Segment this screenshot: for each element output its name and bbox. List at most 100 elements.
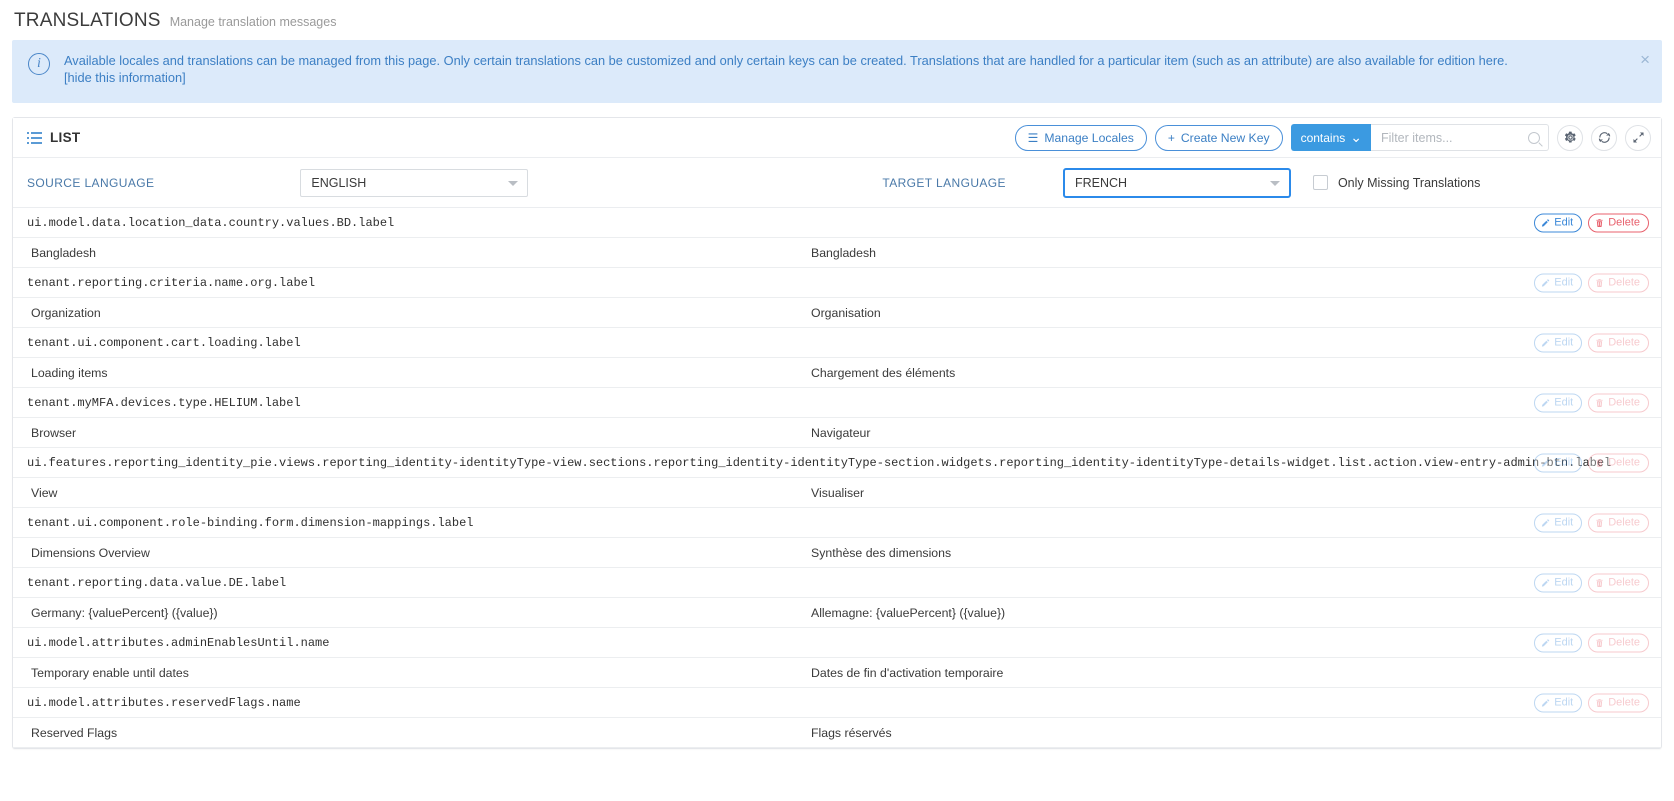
trash-icon xyxy=(1595,278,1604,287)
target-language-value: FRENCH xyxy=(1075,176,1127,190)
panel-title: LIST xyxy=(50,130,80,145)
source-value: Browser xyxy=(27,426,807,440)
search-input[interactable] xyxy=(1371,125,1548,150)
target-language-select[interactable]: FRENCH xyxy=(1063,168,1291,198)
delete-label: Delete xyxy=(1608,337,1640,349)
table-row-key: tenant.reporting.data.value.DE.labelEdit… xyxy=(13,568,1661,598)
edit-button: Edit xyxy=(1534,633,1582,652)
chevron-down-icon xyxy=(1270,181,1280,186)
source-value: Temporary enable until dates xyxy=(27,666,807,680)
target-value: Bangladesh xyxy=(807,246,1647,260)
page-title: TRANSLATIONS xyxy=(14,10,161,32)
edit-label: Edit xyxy=(1554,697,1573,709)
row-actions: EditDelete xyxy=(1534,573,1649,592)
delete-button: Delete xyxy=(1588,633,1649,652)
edit-label: Edit xyxy=(1554,277,1573,289)
table-row-key: ui.features.reporting_identity_pie.views… xyxy=(13,448,1661,478)
edit-button: Edit xyxy=(1534,693,1582,712)
edit-button: Edit xyxy=(1534,453,1582,472)
pencil-icon xyxy=(1541,338,1550,347)
hamburger-icon: ☰ xyxy=(1028,132,1039,144)
table-row-values: ViewVisualiser xyxy=(13,478,1661,508)
edit-label: Edit xyxy=(1554,637,1573,649)
translation-key: tenant.ui.component.role-binding.form.di… xyxy=(27,516,473,530)
expand-button[interactable] xyxy=(1625,125,1651,151)
edit-button: Edit xyxy=(1534,273,1582,292)
trash-icon xyxy=(1595,638,1604,647)
gear-icon xyxy=(1564,131,1577,144)
row-actions: Edit Delete xyxy=(1534,513,1649,532)
delete-label: Delete xyxy=(1608,517,1640,529)
panel-title-wrap: LIST xyxy=(27,130,80,145)
delete-label: Delete xyxy=(1608,577,1640,589)
target-value: Synthèse des dimensions xyxy=(807,546,1647,560)
source-value: Bangladesh xyxy=(27,246,807,260)
delete-label: Delete xyxy=(1608,397,1640,409)
pencil-icon xyxy=(1541,518,1550,527)
target-value: Organisation xyxy=(807,306,1647,320)
delete-button: Delete xyxy=(1588,693,1649,712)
trash-icon xyxy=(1595,518,1604,527)
panel-toolbar: LIST ☰ Manage Locales + Create New Key c… xyxy=(13,118,1661,158)
translations-table: ui.model.data.location_data.country.valu… xyxy=(13,208,1661,748)
edit-label: Edit xyxy=(1554,517,1573,529)
pencil-icon xyxy=(1541,458,1550,467)
translations-page: TRANSLATIONS Manage translation messages… xyxy=(0,0,1674,801)
delete-button[interactable]: Delete xyxy=(1588,213,1649,232)
plus-icon: + xyxy=(1168,132,1175,144)
only-missing-translations-checkbox[interactable] xyxy=(1313,175,1328,190)
delete-button: Delete xyxy=(1588,273,1649,292)
edit-label: Edit xyxy=(1554,337,1573,349)
chevron-down-icon: ⌄ xyxy=(1350,133,1362,141)
list-icon xyxy=(27,132,42,144)
table-row-key: ui.model.attributes.adminEnablesUntil.na… xyxy=(13,628,1661,658)
table-row-values: Dimensions OverviewSynthèse des dimensio… xyxy=(13,538,1661,568)
create-new-key-button[interactable]: + Create New Key xyxy=(1155,125,1283,151)
trash-icon xyxy=(1595,458,1604,467)
settings-button[interactable] xyxy=(1557,125,1583,151)
search-group: contains ⌄ xyxy=(1291,124,1549,151)
row-actions: Edit Delete xyxy=(1534,633,1649,652)
row-actions: Edit Delete xyxy=(1534,693,1649,712)
target-value: Flags réservés xyxy=(807,726,1647,740)
target-language-label: TARGET LANGUAGE xyxy=(882,176,1006,190)
pencil-icon xyxy=(1541,398,1550,407)
delete-button: Delete xyxy=(1588,333,1649,352)
refresh-button[interactable] xyxy=(1591,125,1617,151)
pencil-icon xyxy=(1541,698,1550,707)
table-row-values: Reserved FlagsFlags réservés xyxy=(13,718,1661,748)
translation-key: tenant.myMFA.devices.type.HELIUM.label xyxy=(27,396,301,410)
match-mode-label: contains xyxy=(1301,131,1346,145)
translation-key: ui.features.reporting_identity_pie.views… xyxy=(27,456,1611,470)
close-icon[interactable]: × xyxy=(1640,51,1650,68)
trash-icon xyxy=(1595,218,1604,227)
info-banner: i Available locales and translations can… xyxy=(12,40,1662,103)
language-filter-row: SOURCE LANGUAGE ENGLISH TARGET LANGUAGE … xyxy=(13,158,1661,208)
target-value: Visualiser xyxy=(807,486,1647,500)
source-language-select[interactable]: ENGLISH xyxy=(300,169,528,197)
pencil-icon xyxy=(1541,278,1550,287)
table-row-values: Loading itemsChargement des éléments xyxy=(13,358,1661,388)
translation-key: tenant.reporting.criteria.name.org.label xyxy=(27,276,315,290)
table-row-key: ui.model.data.location_data.country.valu… xyxy=(13,208,1661,238)
source-language-label: SOURCE LANGUAGE xyxy=(27,176,154,190)
refresh-icon xyxy=(1598,131,1611,144)
delete-label: Delete xyxy=(1608,217,1640,229)
manage-locales-button[interactable]: ☰ Manage Locales xyxy=(1015,125,1147,151)
search-input-wrap xyxy=(1371,124,1549,151)
table-row-key: tenant.myMFA.devices.type.HELIUM.labelEd… xyxy=(13,388,1661,418)
match-mode-dropdown[interactable]: contains ⌄ xyxy=(1291,124,1371,151)
source-value: View xyxy=(27,486,807,500)
pencil-icon xyxy=(1541,578,1550,587)
only-missing-translations-label: Only Missing Translations xyxy=(1338,176,1480,190)
trash-icon xyxy=(1595,698,1604,707)
table-row-key: tenant.ui.component.cart.loading.labelEd… xyxy=(13,328,1661,358)
edit-button[interactable]: Edit xyxy=(1534,213,1582,232)
delete-label: Delete xyxy=(1608,277,1640,289)
create-new-key-label: Create New Key xyxy=(1181,131,1270,145)
edit-label: Edit xyxy=(1554,457,1573,469)
delete-label: Delete xyxy=(1608,457,1640,469)
delete-button: Delete xyxy=(1588,573,1649,592)
delete-button: Delete xyxy=(1588,453,1649,472)
table-row-values: Germany: {valuePercent} ({value})Allemag… xyxy=(13,598,1661,628)
